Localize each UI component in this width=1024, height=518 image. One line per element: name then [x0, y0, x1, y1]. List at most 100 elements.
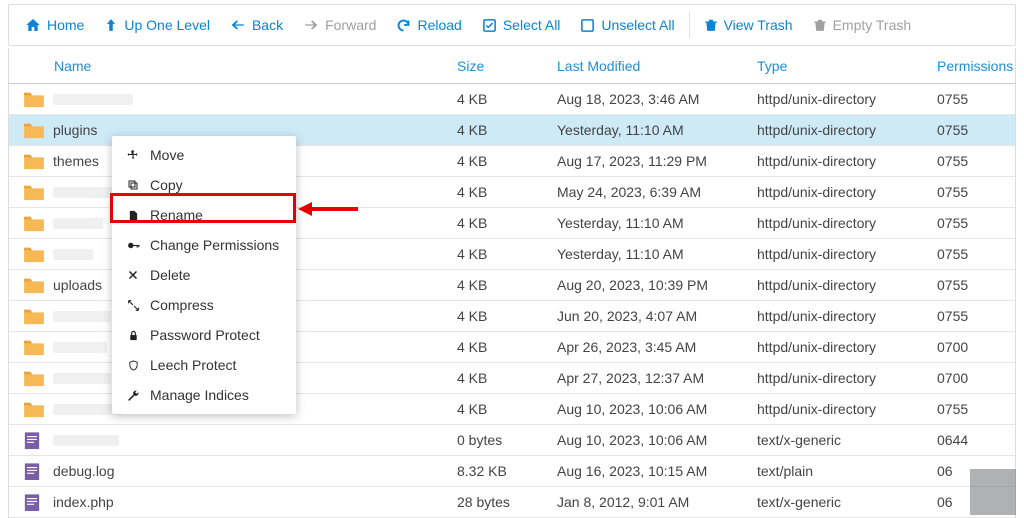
cell-perms: 0644 — [929, 432, 1024, 448]
select-all-button[interactable]: Select All — [472, 11, 571, 39]
back-arrow-icon — [230, 18, 246, 32]
cell-perms: 0755 — [929, 277, 1024, 293]
file-icon — [23, 493, 45, 511]
col-type[interactable]: Type — [749, 58, 929, 74]
file-icon — [23, 462, 45, 480]
empty-trash-button: Empty Trash — [803, 11, 922, 39]
cell-perms: 0755 — [929, 401, 1024, 417]
cell-type: httpd/unix-directory — [749, 246, 929, 262]
cell-modified: Aug 18, 2023, 3:46 AM — [549, 91, 749, 107]
cell-size: 4 KB — [449, 277, 549, 293]
menu-password-label: Password Protect — [150, 327, 260, 343]
cell-modified: Jun 20, 2023, 4:07 AM — [549, 308, 749, 324]
cell-size: 8.32 KB — [449, 463, 549, 479]
up-level-button[interactable]: Up One Level — [94, 11, 220, 39]
up-label: Up One Level — [124, 17, 210, 33]
file-name: index.php — [53, 494, 114, 510]
file-name — [53, 435, 119, 446]
cell-size: 28 bytes — [449, 494, 549, 510]
table-row[interactable]: index.php28 bytesJan 8, 2012, 9:01 AMtex… — [9, 487, 1015, 518]
table-row[interactable]: 4 KBAug 18, 2023, 3:46 AMhttpd/unix-dire… — [9, 84, 1015, 115]
up-arrow-icon — [104, 17, 118, 33]
menu-compress[interactable]: Compress — [112, 290, 296, 320]
file-name: plugins — [53, 122, 97, 138]
back-button[interactable]: Back — [220, 11, 293, 39]
context-menu: Move Copy Rename Change Permissions Dele… — [112, 136, 296, 414]
unselect-all-icon — [580, 18, 595, 33]
file-name — [53, 94, 133, 105]
compress-icon — [126, 299, 140, 312]
lock-icon — [126, 329, 140, 342]
table-row[interactable]: 0 bytesAug 10, 2023, 10:06 AMtext/x-gene… — [9, 425, 1015, 456]
cell-perms: 0755 — [929, 184, 1024, 200]
cell-perms: 0755 — [929, 215, 1024, 231]
cell-size: 0 bytes — [449, 432, 549, 448]
menu-copy-label: Copy — [150, 177, 183, 193]
folder-icon — [23, 214, 45, 232]
forward-arrow-icon — [303, 18, 319, 32]
folder-icon — [23, 90, 45, 108]
cell-modified: Aug 10, 2023, 10:06 AM — [549, 432, 749, 448]
menu-copy[interactable]: Copy — [112, 170, 296, 200]
cell-name[interactable] — [9, 431, 449, 449]
view-trash-button[interactable]: View Trash — [694, 11, 803, 39]
menu-change-perms-label: Change Permissions — [150, 237, 279, 253]
menu-leech-protect[interactable]: Leech Protect — [112, 350, 296, 380]
folder-icon — [23, 400, 45, 418]
cell-size: 4 KB — [449, 308, 549, 324]
cell-name[interactable]: debug.log — [9, 462, 449, 480]
folder-icon — [23, 276, 45, 294]
cell-modified: Apr 26, 2023, 3:45 AM — [549, 339, 749, 355]
cell-modified: Aug 20, 2023, 10:39 PM — [549, 277, 749, 293]
file-name — [53, 187, 113, 198]
col-name[interactable]: Name — [9, 58, 449, 74]
file-name: debug.log — [53, 463, 115, 479]
cell-size: 4 KB — [449, 215, 549, 231]
cell-type: text/x-generic — [749, 432, 929, 448]
col-perms[interactable]: Permissions — [929, 58, 1024, 74]
cell-perms: 0755 — [929, 91, 1024, 107]
cell-name[interactable] — [9, 90, 449, 108]
cell-name[interactable]: index.php — [9, 493, 449, 511]
cell-type: text/x-generic — [749, 494, 929, 510]
file-name — [53, 249, 93, 260]
reload-icon — [396, 18, 411, 33]
home-button[interactable]: Home — [15, 11, 94, 39]
file-name — [53, 373, 111, 384]
cell-size: 4 KB — [449, 339, 549, 355]
cell-type: httpd/unix-directory — [749, 215, 929, 231]
menu-delete[interactable]: Delete — [112, 260, 296, 290]
cell-modified: Yesterday, 11:10 AM — [549, 215, 749, 231]
cell-perms: 0700 — [929, 370, 1024, 386]
menu-rename[interactable]: Rename — [112, 200, 296, 230]
menu-password-protect[interactable]: Password Protect — [112, 320, 296, 350]
cell-type: httpd/unix-directory — [749, 308, 929, 324]
cell-size: 4 KB — [449, 91, 549, 107]
reload-button[interactable]: Reload — [386, 11, 471, 39]
table-header-row: Name Size Last Modified Type Permissions — [9, 48, 1015, 84]
col-modified[interactable]: Last Modified — [549, 58, 749, 74]
separator — [689, 12, 690, 38]
cell-type: httpd/unix-directory — [749, 122, 929, 138]
cell-type: httpd/unix-directory — [749, 91, 929, 107]
menu-move[interactable]: Move — [112, 140, 296, 170]
trash-icon — [704, 17, 718, 33]
cell-perms: 0700 — [929, 339, 1024, 355]
empty-trash-label: Empty Trash — [833, 17, 912, 33]
col-size[interactable]: Size — [449, 58, 549, 74]
home-icon — [25, 17, 41, 33]
menu-change-permissions[interactable]: Change Permissions — [112, 230, 296, 260]
file-name — [53, 311, 111, 322]
reload-label: Reload — [417, 17, 461, 33]
cell-type: httpd/unix-directory — [749, 401, 929, 417]
unselect-all-button[interactable]: Unselect All — [570, 11, 684, 39]
cell-size: 4 KB — [449, 184, 549, 200]
cell-modified: May 24, 2023, 6:39 AM — [549, 184, 749, 200]
home-label: Home — [47, 17, 84, 33]
table-row[interactable]: debug.log8.32 KBAug 16, 2023, 10:15 AMte… — [9, 456, 1015, 487]
menu-indices-label: Manage Indices — [150, 387, 249, 403]
menu-rename-label: Rename — [150, 207, 203, 223]
menu-manage-indices[interactable]: Manage Indices — [112, 380, 296, 410]
menu-leech-label: Leech Protect — [150, 357, 236, 373]
cell-perms: 0755 — [929, 246, 1024, 262]
